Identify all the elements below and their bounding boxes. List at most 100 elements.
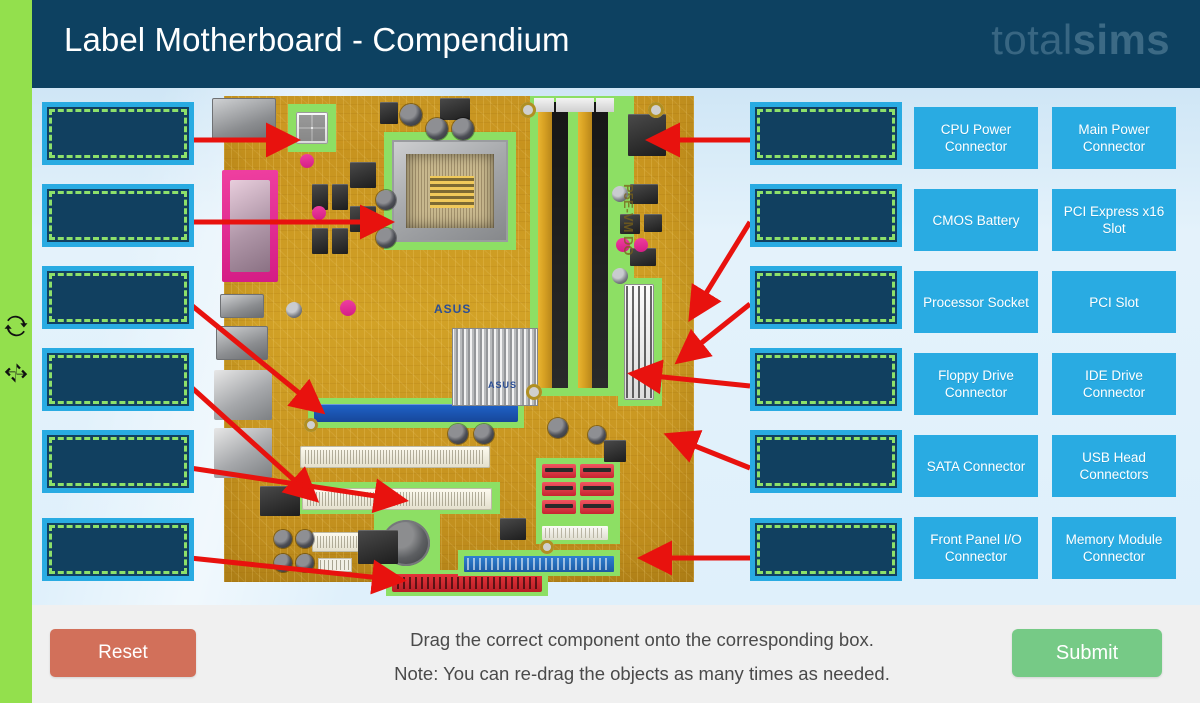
dropzone-dash-border — [49, 273, 187, 322]
dropzone-left-2[interactable] — [42, 184, 194, 247]
dropzone-right-2[interactable] — [750, 184, 902, 247]
chipset-chip — [628, 114, 666, 156]
vrm-chip-2 — [350, 206, 376, 232]
refresh-icon[interactable] — [3, 313, 29, 339]
mosfet-2 — [332, 184, 348, 210]
mount-hole-4 — [304, 418, 318, 432]
page-title: Label Motherboard - Compendium — [64, 21, 570, 58]
label-chip-main-power-connector[interactable]: Main Power Connector — [1052, 107, 1176, 169]
top-chip-2 — [380, 102, 398, 124]
cap-12 — [448, 424, 468, 444]
dropzone-right-3[interactable] — [750, 266, 902, 329]
vga-port — [216, 326, 268, 360]
logo-total: total — [991, 16, 1073, 63]
small-chip-d — [604, 440, 626, 462]
audio-codec-chip — [260, 486, 300, 516]
dimm-gap-1 — [552, 102, 568, 388]
cap-14 — [548, 418, 568, 438]
instruction-line-1: Drag the correct component onto the corr… — [410, 629, 874, 650]
label-chip-pci-slot[interactable]: PCI Slot — [1052, 271, 1176, 333]
cap-9 — [274, 554, 292, 572]
label-chip-processor-socket[interactable]: Processor Socket — [914, 271, 1038, 333]
reset-button[interactable]: Reset — [50, 629, 196, 677]
heatsink-brand: ASUS — [488, 380, 518, 390]
dropzone-dash-border — [757, 191, 895, 240]
dropzone-right-1[interactable] — [750, 102, 902, 165]
dropzone-dash-border — [49, 109, 187, 158]
dimm-clip-2 — [574, 98, 594, 112]
front-panel-io-connector — [464, 556, 614, 572]
label-chip-cmos-battery[interactable]: CMOS Battery — [914, 189, 1038, 251]
app-header: Label Motherboard - Compendium totalsims — [32, 0, 1200, 88]
dropzone-left-3[interactable] — [42, 266, 194, 329]
cap-10 — [296, 530, 314, 548]
shrink-icon[interactable] — [3, 360, 29, 386]
pci-slot-1 — [300, 446, 490, 468]
cap-4 — [426, 118, 448, 140]
dropzone-left-1[interactable] — [42, 102, 194, 165]
sata-port-5 — [542, 500, 576, 514]
main-power-connector — [624, 284, 654, 400]
chipset-heatsink — [452, 328, 538, 406]
super-io-chip — [358, 530, 398, 564]
label-chip-memory-module-connector[interactable]: Memory Module Connector — [1052, 517, 1176, 579]
usb-header-1 — [318, 558, 352, 572]
vrm-chip-1 — [350, 162, 376, 188]
dropzone-right-6[interactable] — [750, 518, 902, 581]
cap-1 — [376, 190, 396, 210]
sata-port-6 — [580, 500, 614, 514]
board-brand-text: ASUS — [434, 302, 472, 316]
label-chip-front-panel-io-connector[interactable]: Front Panel I/O Connector — [914, 517, 1038, 579]
dimm-clip-1 — [534, 98, 554, 112]
mount-hole-1 — [520, 102, 536, 118]
cap-3 — [400, 104, 422, 126]
dimm-clip-4 — [596, 98, 614, 112]
dropzone-dash-border — [757, 109, 895, 158]
submit-button[interactable]: Submit — [1012, 629, 1162, 677]
cap-13 — [474, 424, 494, 444]
dimm-slot-2 — [578, 102, 592, 388]
dropzone-dash-border — [757, 437, 895, 486]
label-chip-sata-connector[interactable]: SATA Connector — [914, 435, 1038, 497]
dropzone-right-4[interactable] — [750, 348, 902, 411]
dropzone-left-4[interactable] — [42, 348, 194, 411]
floppy-drive-connector — [542, 526, 608, 540]
top-chip-1 — [440, 98, 470, 120]
label-chip-pci-express-x16-slot[interactable]: PCI Express x16 Slot — [1052, 189, 1176, 251]
label-chip-ide-drive-connector[interactable]: IDE Drive Connector — [1052, 353, 1176, 415]
small-chip-b — [644, 214, 662, 232]
small-chip-e — [500, 518, 526, 540]
label-chip-floppy-drive-connector[interactable]: Floppy Drive Connector — [914, 353, 1038, 415]
mosfet-3 — [312, 228, 328, 254]
dimm-slot-1 — [538, 102, 552, 388]
cap-7 — [612, 268, 628, 284]
instructions: Drag the correct component onto the corr… — [332, 623, 952, 691]
footer-bar: Reset Drag the correct component onto th… — [32, 605, 1200, 703]
label-chip-cpu-power-connector[interactable]: CPU Power Connector — [914, 107, 1038, 169]
cpu-power-connector — [296, 112, 328, 144]
cap-2 — [376, 228, 396, 248]
processor-socket — [392, 140, 508, 242]
label-chip-usb-head-connectors[interactable]: USB Head Connectors — [1052, 435, 1176, 497]
pcie-x16-slot — [314, 404, 518, 422]
ps2-port — [212, 98, 276, 142]
dimm-gap-2 — [592, 102, 608, 388]
dropzone-dash-border — [757, 525, 895, 574]
pink-cap-5 — [634, 238, 648, 252]
sata-port-4 — [580, 482, 614, 496]
sata-port-2 — [580, 464, 614, 478]
dropzone-dash-border — [757, 273, 895, 322]
dropzone-left-5[interactable] — [42, 430, 194, 493]
dropzone-dash-border — [49, 191, 187, 240]
dropzone-left-6[interactable] — [42, 518, 194, 581]
pink-cap-1 — [300, 154, 314, 168]
small-cap-a — [286, 302, 302, 318]
dropzone-dash-border — [49, 437, 187, 486]
pink-cap-2 — [312, 206, 326, 220]
sata-port-1 — [542, 464, 576, 478]
left-tool-rail — [0, 0, 32, 703]
sata-port-3 — [542, 482, 576, 496]
usb-stack-upper — [214, 370, 272, 420]
dropzone-right-5[interactable] — [750, 430, 902, 493]
serial-port — [220, 294, 264, 318]
